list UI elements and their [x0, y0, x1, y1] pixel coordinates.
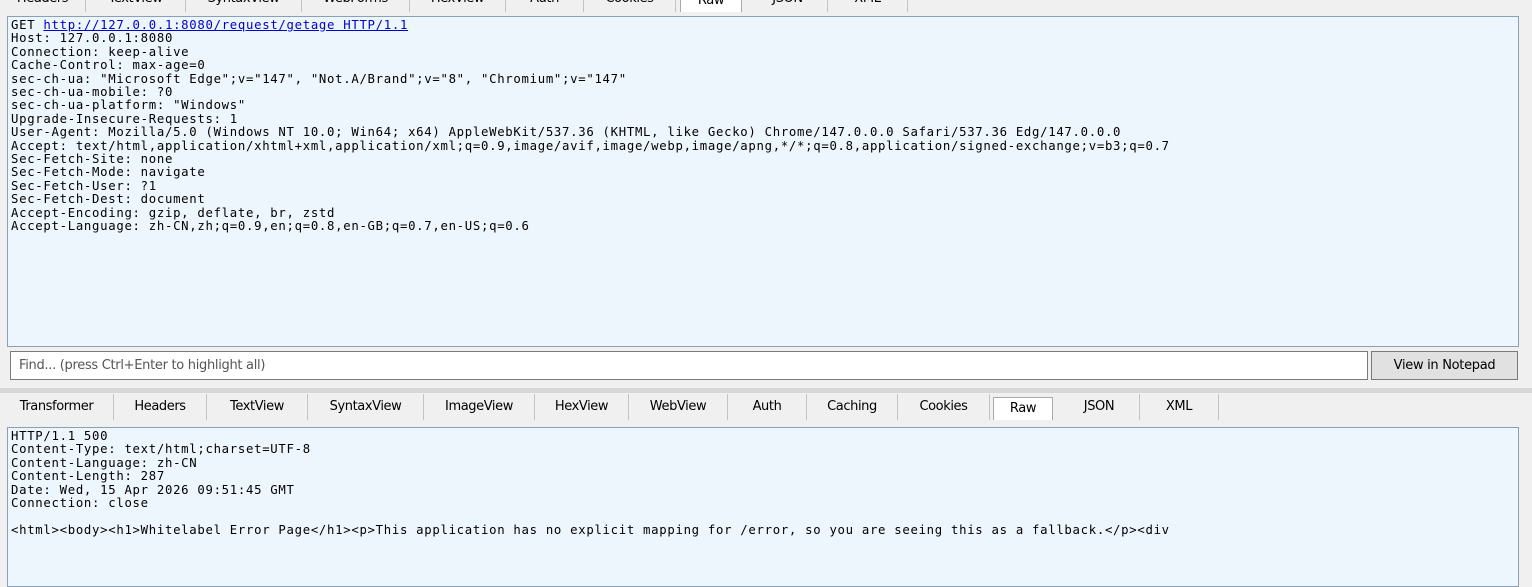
response-tab-syntaxview[interactable]: SyntaxView	[308, 394, 424, 420]
request-tab-raw[interactable]: Raw	[680, 0, 742, 12]
response-raw-pane[interactable]: HTTP/1.1 500 Content-Type: text/html;cha…	[7, 427, 1519, 587]
request-raw-text: GET http://127.0.0.1:8080/request/getage…	[8, 17, 1518, 236]
response-tab-cookies[interactable]: Cookies	[898, 394, 990, 420]
response-raw-text: HTTP/1.1 500 Content-Type: text/html;cha…	[11, 429, 1170, 537]
response-tab-hexview[interactable]: HexView	[535, 394, 629, 420]
request-tab-webforms[interactable]: WebForms	[302, 0, 410, 12]
request-tab-auth[interactable]: Auth	[506, 0, 584, 12]
response-tab-imageview[interactable]: ImageView	[424, 394, 535, 420]
request-tab-json[interactable]: JSON	[748, 0, 828, 12]
request-tab-bar: Headers TextView SyntaxView WebForms Hex…	[0, 0, 1532, 12]
request-url-link[interactable]: http://127.0.0.1:8080/request/getage HTT…	[43, 18, 408, 32]
response-tab-xml[interactable]: XML	[1140, 394, 1219, 420]
pane-splitter[interactable]	[0, 388, 1532, 393]
response-tab-auth[interactable]: Auth	[728, 394, 807, 420]
response-tab-headers[interactable]: Headers	[114, 394, 207, 420]
find-input[interactable]: Find... (press Ctrl+Enter to highlight a…	[10, 351, 1368, 380]
response-tab-bar: Transformer Headers TextView SyntaxView …	[0, 394, 1532, 420]
request-tab-cookies[interactable]: Cookies	[584, 0, 676, 12]
request-tab-headers[interactable]: Headers	[0, 0, 86, 12]
request-tab-hexview[interactable]: HexView	[410, 0, 506, 12]
request-tab-syntaxview[interactable]: SyntaxView	[186, 0, 302, 12]
response-tab-textview[interactable]: TextView	[207, 394, 308, 420]
response-tab-raw[interactable]: Raw	[993, 397, 1053, 420]
request-headers: Host: 127.0.0.1:8080 Connection: keep-al…	[11, 31, 1170, 234]
response-tab-json[interactable]: JSON	[1059, 394, 1140, 420]
request-method: GET	[11, 18, 36, 32]
request-tab-textview[interactable]: TextView	[86, 0, 186, 12]
request-raw-pane[interactable]: GET http://127.0.0.1:8080/request/getage…	[7, 16, 1519, 347]
response-tab-caching[interactable]: Caching	[807, 394, 898, 420]
response-tab-transformer[interactable]: Transformer	[0, 394, 114, 420]
response-tab-webview[interactable]: WebView	[629, 394, 728, 420]
request-tab-xml[interactable]: XML	[828, 0, 908, 12]
view-in-notepad-button[interactable]: View in Notepad	[1371, 351, 1518, 380]
